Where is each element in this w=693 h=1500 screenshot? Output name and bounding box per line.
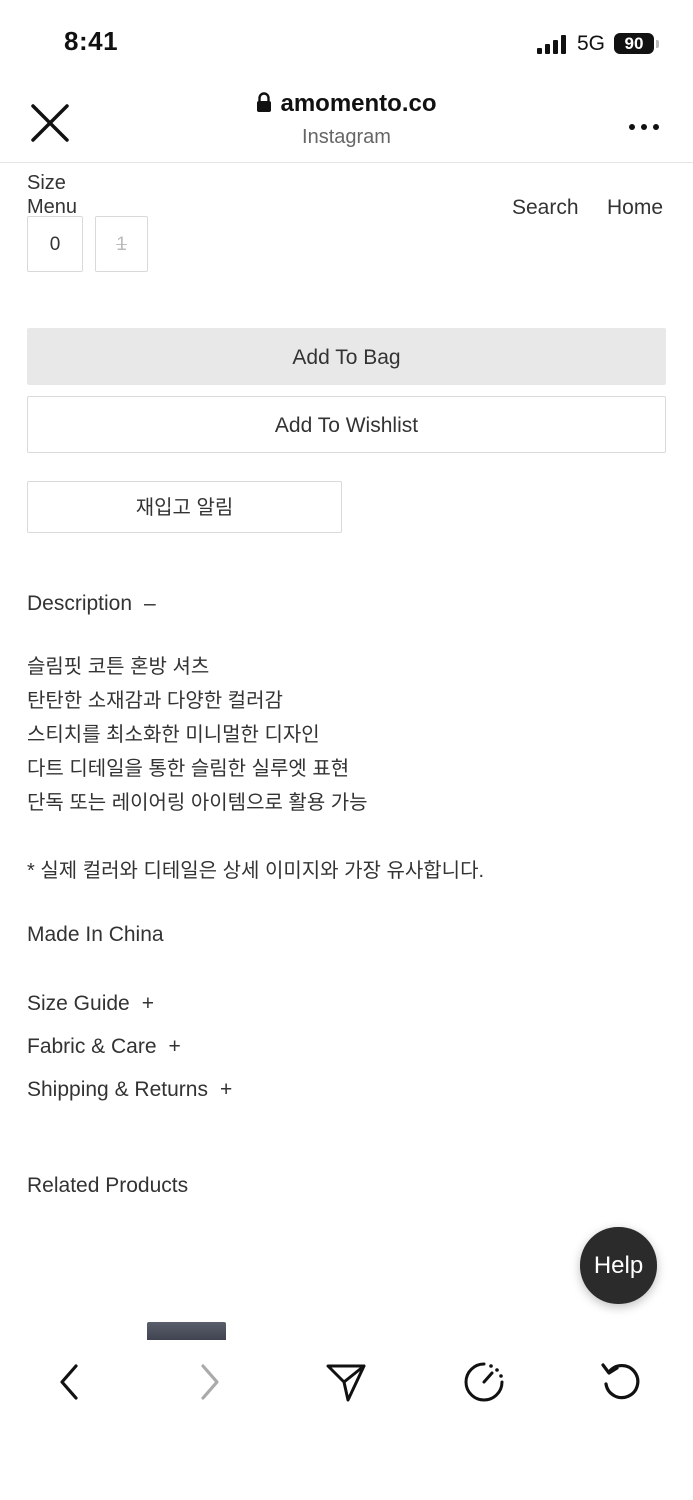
share-icon[interactable]: [324, 1360, 368, 1404]
home-link[interactable]: Home: [607, 196, 663, 220]
accordion-label: Shipping & Returns: [27, 1078, 208, 1101]
back-icon[interactable]: [48, 1360, 92, 1404]
expand-icon: +: [219, 1078, 233, 1101]
url-subtitle: Instagram: [302, 126, 391, 148]
description-line: 탄탄한 소재감과 다양한 컬러감: [27, 690, 283, 712]
status-time: 8:41: [64, 26, 119, 56]
add-to-bag-button[interactable]: Add To Bag: [27, 328, 666, 385]
timer-icon[interactable]: [462, 1360, 506, 1404]
description-line: 단독 또는 레이어링 아이템으로 활용 가능: [27, 792, 368, 814]
expand-icon: +: [168, 1035, 181, 1058]
description-title: Description: [27, 592, 133, 615]
network-type: 5G: [577, 32, 606, 55]
shipping-returns-accordion[interactable]: Shipping & Returns +: [27, 1078, 232, 1102]
description-body: 슬림핏 코튼 혼방 셔츠 탄탄한 소재감과 다양한 컬러감 스티치를 최소화한 …: [27, 650, 368, 820]
search-link[interactable]: Search: [512, 196, 579, 220]
related-product-image[interactable]: [147, 1322, 226, 1340]
description-toggle[interactable]: Description –: [27, 592, 156, 616]
restock-alert-button[interactable]: 재입고 알림: [27, 481, 342, 533]
related-products-title: Related Products: [27, 1174, 189, 1197]
browser-toolbar: [0, 1340, 693, 1500]
lock-icon: [256, 92, 272, 120]
size-label: Size: [27, 172, 66, 194]
battery-indicator: 90: [614, 33, 654, 54]
url-bar[interactable]: amomento.co: [0, 90, 693, 120]
collapse-icon: –: [144, 592, 156, 615]
more-icon[interactable]: [628, 118, 660, 130]
refresh-icon[interactable]: [599, 1360, 643, 1404]
forward-icon[interactable]: [187, 1360, 231, 1404]
accordion-label: Fabric & Care: [27, 1035, 157, 1058]
expand-icon: +: [141, 992, 154, 1015]
size-guide-accordion[interactable]: Size Guide +: [27, 992, 154, 1016]
fabric-care-accordion[interactable]: Fabric & Care +: [27, 1035, 181, 1059]
help-button[interactable]: Help: [580, 1227, 657, 1304]
size-option-1[interactable]: 1: [95, 216, 148, 272]
description-line: 스티치를 최소화한 미니멀한 디자인: [27, 724, 320, 746]
battery-tip: [656, 40, 659, 48]
header-divider: [0, 162, 693, 163]
size-option-1-label: 1: [116, 234, 127, 255]
accordion-label: Size Guide: [27, 992, 130, 1015]
description-note: * 실제 컬러와 디테일은 상세 이미지와 가장 유사합니다.: [27, 860, 485, 882]
add-to-wishlist-button[interactable]: Add To Wishlist: [27, 396, 666, 453]
country-of-origin: Made In China: [27, 923, 164, 946]
size-option-0[interactable]: 0: [27, 216, 83, 272]
description-line: 슬림핏 코튼 혼방 셔츠: [27, 656, 210, 678]
url-domain: amomento.co: [280, 90, 437, 117]
signal-strength-icon: [537, 34, 569, 54]
description-line: 다트 디테일을 통한 슬림한 실루엣 표현: [27, 758, 350, 780]
